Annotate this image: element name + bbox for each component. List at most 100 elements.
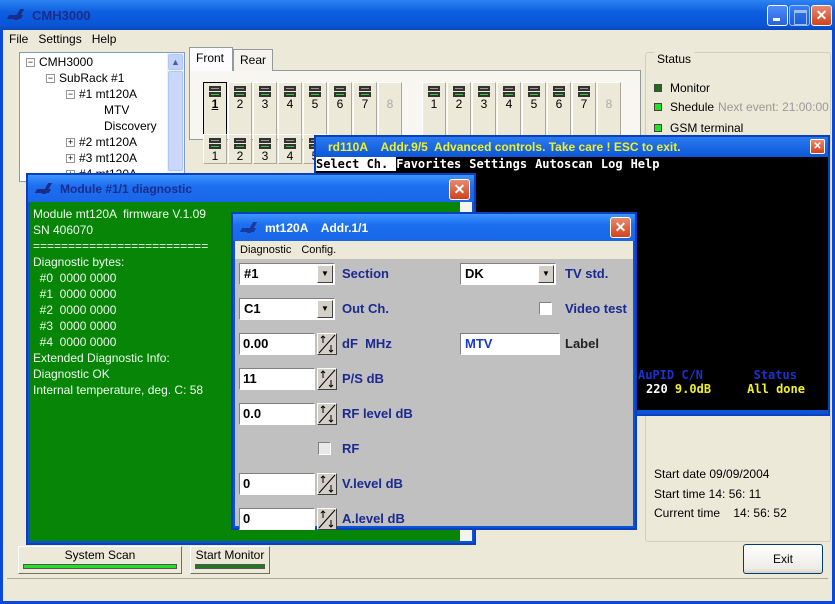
expand-icon[interactable]: + [66, 137, 75, 147]
next-event: Next event: 21:00:00 [718, 100, 829, 114]
tree-item-module-3[interactable]: + #3 mt120A [66, 151, 137, 165]
tree-item-module-1[interactable]: − #1 mt120A [66, 87, 137, 101]
menu-diagnostic[interactable]: Diagnostic [240, 244, 291, 256]
rack-slot[interactable]: 4 [497, 82, 521, 140]
rack-slot[interactable]: 2 [228, 82, 252, 140]
rack-slot[interactable]: 6 [547, 82, 571, 140]
rack-slot[interactable]: 2 [447, 82, 471, 140]
mt120a-menu: Diagnostic Config. [235, 241, 633, 259]
chevron-down-icon[interactable]: ▼ [317, 265, 333, 283]
v-level-spinner[interactable]: 0 [239, 473, 337, 495]
slot-number: 6 [336, 97, 344, 111]
slot-number: 2 [236, 149, 244, 163]
tv-std-select[interactable]: DK ▼ [460, 263, 556, 285]
rd-menu-log[interactable]: Log [601, 157, 631, 171]
tab-rear[interactable]: Rear [233, 49, 273, 71]
start-monitor-button[interactable]: Start Monitor [190, 546, 270, 574]
rack-slot[interactable]: 7 [353, 82, 377, 140]
tree-item-module-2[interactable]: + #2 mt120A [66, 135, 137, 149]
tree-item-mtv[interactable]: MTV [104, 103, 129, 117]
slot-led-icon [553, 86, 565, 97]
rack-slot[interactable]: 1 [422, 82, 446, 140]
rf-level-spinner[interactable]: 0.0 [239, 403, 337, 425]
tree-item-subrack[interactable]: − SubRack #1 [46, 71, 124, 85]
slot-number: 7 [580, 97, 588, 111]
rack-slot[interactable]: 5 [522, 82, 546, 140]
tree-scrollbar[interactable]: ▲ [167, 53, 184, 181]
df-spinner[interactable]: 0.00 [239, 333, 337, 355]
video-test-checkbox[interactable] [539, 302, 552, 315]
rack-slot[interactable]: 6 [328, 82, 352, 140]
slot-led-icon [453, 86, 465, 97]
slot-number: 8 [386, 97, 394, 111]
rf-checkbox[interactable] [318, 442, 331, 455]
rack-slot[interactable]: 1 [203, 134, 227, 164]
mt120a-form: #1 ▼ Section C1 ▼ Out Ch. 0.00 dF MHz 11 P… [235, 259, 633, 530]
slot-number: 7 [361, 97, 369, 111]
rack-slot[interactable]: 8 [378, 82, 402, 140]
ps-spinner[interactable]: 11 [239, 368, 337, 390]
rack-slot[interactable]: 5 [303, 82, 327, 140]
menu-help[interactable]: Help [92, 32, 117, 46]
label-input[interactable]: MTV [460, 333, 560, 355]
rd-menu-help[interactable]: Help [631, 157, 668, 171]
section-select[interactable]: #1 ▼ [239, 263, 335, 285]
mt120a-close-button[interactable]: ✕ [610, 217, 631, 238]
expand-icon[interactable]: + [66, 153, 75, 163]
chevron-down-icon[interactable]: ▼ [538, 265, 554, 283]
slot-led-icon [259, 138, 271, 149]
rack-slot[interactable]: 3 [253, 82, 277, 140]
rd110a-title-bar[interactable]: rd110A Addr.9/5 Advanced controls. Take … [316, 137, 828, 157]
rack-slot[interactable]: 4 [278, 82, 302, 140]
exit-button[interactable]: Exit [743, 544, 823, 574]
spin-arrows-icon[interactable] [317, 333, 337, 355]
system-scan-button[interactable]: System Scan [18, 546, 182, 574]
rack-slot[interactable]: 8 [597, 82, 621, 140]
spin-arrows-icon[interactable] [317, 403, 337, 425]
status-gsm: GSM terminal [654, 121, 743, 135]
minimize-button[interactable] [767, 5, 788, 26]
rd-menu-select-ch[interactable]: Select Ch. [316, 157, 397, 171]
spin-arrows-icon[interactable] [317, 368, 337, 390]
scroll-up-icon[interactable]: ▲ [168, 54, 183, 70]
status-shedule: Shedule Next event: 21:00:00 [654, 100, 829, 114]
menu-config[interactable]: Config. [301, 244, 336, 256]
rd-menu-autoscan[interactable]: Autoscan [535, 157, 601, 171]
close-button[interactable]: ✕ [811, 5, 832, 26]
spin-arrows-icon[interactable] [317, 473, 337, 495]
chevron-down-icon[interactable]: ▼ [317, 300, 333, 318]
slot-number: 6 [555, 97, 563, 111]
spin-arrows-icon[interactable] [317, 508, 337, 530]
diagnostic-close-button[interactable]: ✕ [449, 179, 470, 200]
rd-menu-settings[interactable]: Settings [469, 157, 535, 171]
collapse-icon[interactable]: − [66, 89, 75, 99]
diagnostic-title-bar[interactable]: Module #1/1 diagnostic ✕ [28, 175, 474, 202]
mt120a-title-bar[interactable]: mt120A Addr.1/1 ✕ [233, 214, 635, 241]
main-title-bar[interactable]: CMH3000 ✕ [0, 0, 835, 30]
rf-label: RF [342, 441, 360, 456]
menu-settings[interactable]: Settings [38, 32, 81, 46]
rd110a-close-button[interactable]: ✕ [810, 139, 825, 154]
rack-slot[interactable]: 2 [228, 134, 252, 164]
slot-led-icon [359, 86, 371, 97]
collapse-icon[interactable]: − [46, 73, 55, 83]
a-level-spinner[interactable]: 0 [239, 508, 337, 530]
tree-item-discovery[interactable]: Discovery [104, 119, 157, 133]
device-tree: − CMH3000 − SubRack #1 − #1 mt120A MTV Disc… [19, 52, 185, 182]
rack-slot[interactable]: 4 [278, 134, 302, 164]
tab-front[interactable]: Front [189, 47, 233, 71]
menu-file[interactable]: File [9, 32, 28, 46]
collapse-icon[interactable]: − [26, 57, 35, 67]
rack-slot[interactable]: 7 [572, 82, 596, 140]
rack-slot[interactable]: 3 [472, 82, 496, 140]
status-bar [7, 578, 828, 598]
out-ch-select[interactable]: C1 ▼ [239, 298, 335, 320]
slot-led-icon [284, 86, 296, 97]
rack-slot[interactable]: 3 [253, 134, 277, 164]
tree-item-cmh3000[interactable]: − CMH3000 [26, 55, 93, 69]
window-title: CMH3000 [32, 7, 91, 23]
rd-menu-favorites[interactable]: Favorites [396, 157, 469, 171]
maximize-button[interactable] [789, 5, 810, 26]
rack-slot[interactable]: 1 [203, 82, 227, 140]
scroll-thumb[interactable] [168, 71, 183, 171]
